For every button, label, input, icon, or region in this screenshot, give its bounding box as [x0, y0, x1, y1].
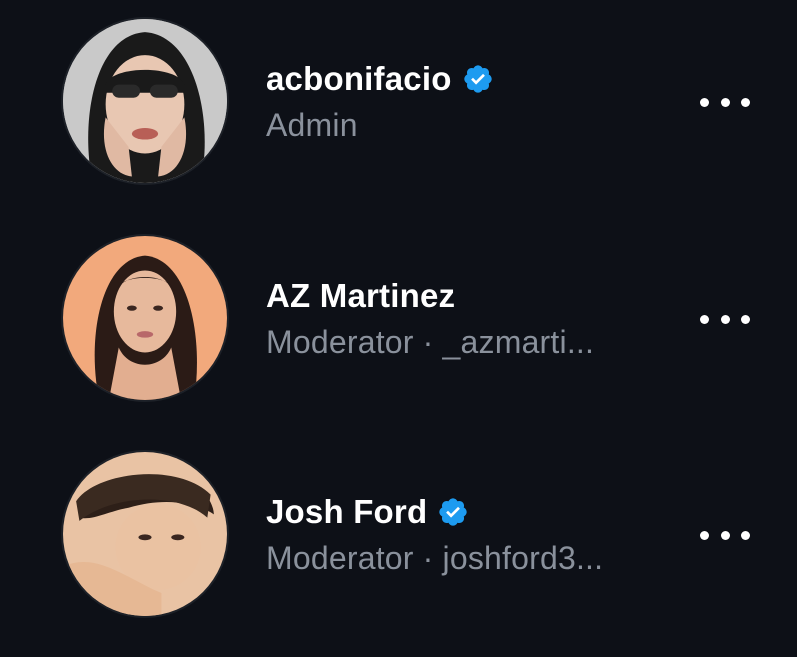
more-horizontal-icon — [700, 314, 709, 324]
more-horizontal-icon — [700, 97, 709, 107]
member-role-line: Admin — [266, 107, 494, 144]
more-options-button[interactable] — [700, 91, 750, 113]
avatar-photo — [63, 452, 227, 616]
verified-badge-icon — [439, 498, 467, 526]
list-item[interactable]: AZ Martinez Moderator · _azmarti... — [0, 234, 797, 404]
member-name[interactable]: Josh Ford — [266, 493, 427, 531]
more-options-button[interactable] — [700, 308, 750, 330]
more-options-button[interactable] — [700, 524, 750, 546]
member-role: Moderator — [266, 324, 414, 360]
separator: · — [422, 324, 434, 360]
list-item[interactable]: Josh Ford Moderator · joshford3... — [0, 450, 797, 620]
verified-badge-icon — [463, 65, 492, 93]
member-info: acbonifacio Admin — [266, 59, 494, 144]
avatar-photo — [63, 19, 227, 183]
member-role-line: Moderator · _azmarti... — [266, 324, 594, 361]
separator: · — [422, 540, 434, 576]
member-handle[interactable]: _azmarti... — [443, 324, 595, 360]
member-name[interactable]: AZ Martinez — [266, 277, 455, 315]
avatar[interactable] — [61, 17, 229, 185]
more-horizontal-icon — [700, 530, 709, 540]
avatar[interactable] — [61, 234, 229, 402]
member-info: AZ Martinez Moderator · _azmarti... — [266, 276, 594, 361]
avatar[interactable] — [61, 450, 229, 618]
member-name[interactable]: acbonifacio — [266, 60, 452, 98]
list-item[interactable]: acbonifacio Admin — [0, 17, 797, 187]
member-role: Admin — [266, 107, 358, 143]
member-handle[interactable]: joshford3... — [443, 540, 604, 576]
member-role: Moderator — [266, 540, 414, 576]
member-info: Josh Ford Moderator · joshford3... — [266, 492, 603, 577]
avatar-photo — [63, 236, 227, 400]
member-list: acbonifacio Admin AZ Martinez Moderator … — [0, 0, 797, 657]
member-role-line: Moderator · joshford3... — [266, 540, 603, 577]
